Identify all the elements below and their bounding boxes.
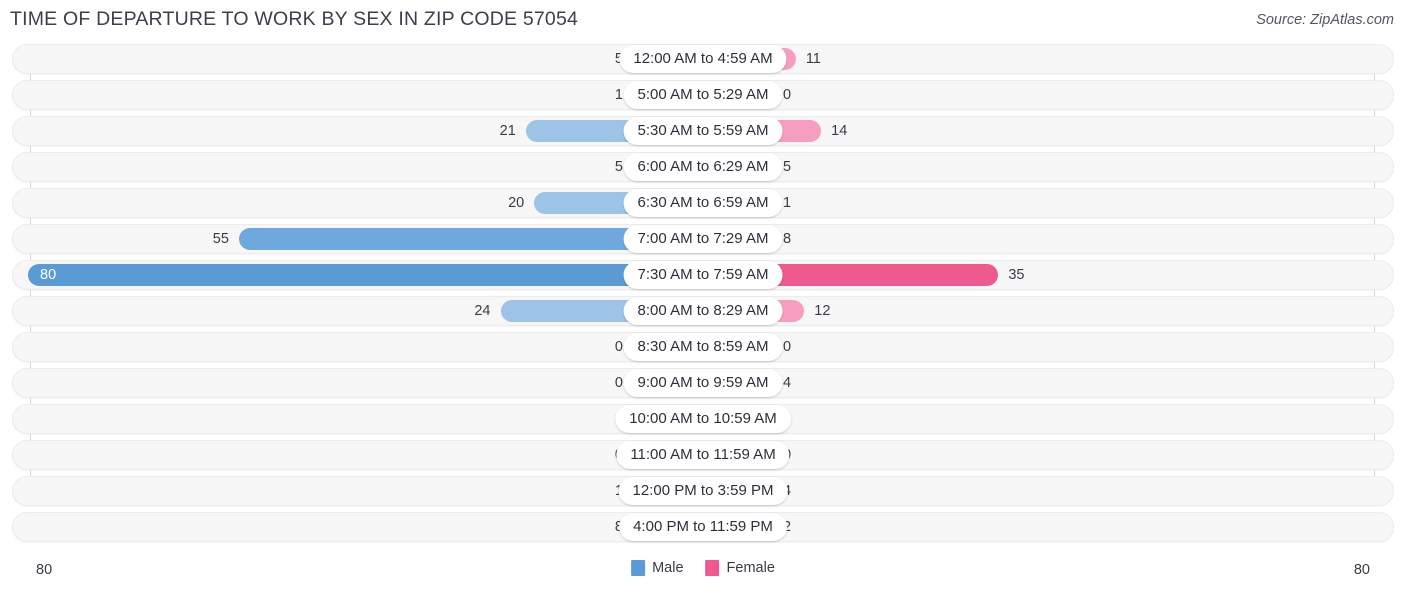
bar-value-female: 8 bbox=[783, 231, 792, 247]
bar-row: 20 1 6:30 AM to 6:59 AM bbox=[0, 188, 1406, 218]
category-label: 12:00 AM to 4:59 AM bbox=[619, 45, 787, 73]
chart-plot-area: 51112:00 AM to 4:59 AM105:00 AM to 5:29 … bbox=[0, 44, 1406, 552]
bar-value-male: 5 bbox=[614, 159, 623, 175]
source-attribution: Source: ZipAtlas.com bbox=[1256, 12, 1394, 28]
bar-row: 0 4 9:00 AM to 9:59 AM bbox=[0, 368, 1406, 398]
category-label: 6:00 AM to 6:29 AM bbox=[623, 153, 783, 181]
bar-row: 24 12 8:00 AM to 8:29 AM bbox=[0, 296, 1406, 326]
legend-label-male: Male bbox=[652, 560, 684, 576]
category-label: 5:30 AM to 5:59 AM bbox=[623, 117, 783, 145]
bar-row: 8 24:00 PM to 11:59 PM bbox=[0, 512, 1406, 542]
category-label: 9:00 AM to 9:59 AM bbox=[623, 369, 783, 397]
bar-row: 21 14 5:30 AM to 5:59 AM bbox=[0, 116, 1406, 146]
legend-swatch-female-icon bbox=[705, 560, 720, 576]
bar-value-male: 55 bbox=[212, 231, 229, 247]
chart-footer: 80 Male Female 80 bbox=[0, 558, 1406, 586]
category-label: 7:30 AM to 7:59 AM bbox=[623, 261, 783, 289]
category-label: 7:00 AM to 7:29 AM bbox=[623, 225, 783, 253]
bar-value-female: 2 bbox=[783, 519, 792, 535]
bar-rows-container: 51112:00 AM to 4:59 AM105:00 AM to 5:29 … bbox=[0, 44, 1406, 548]
category-label: 5:00 AM to 5:29 AM bbox=[623, 81, 783, 109]
bar-value-male: 8 bbox=[573, 516, 623, 538]
bar-value-male: 1 bbox=[573, 480, 623, 502]
bar-row: 55 8 7:00 AM to 7:29 AM bbox=[0, 224, 1406, 254]
bar-value-female: 12 bbox=[814, 303, 831, 319]
category-label: 8:30 AM to 8:59 AM bbox=[623, 333, 783, 361]
bar-row: 0011:00 AM to 11:59 AM bbox=[0, 440, 1406, 470]
bar-value-female: 0 bbox=[783, 444, 843, 466]
bar-value-female: 35 bbox=[1008, 267, 1025, 283]
bar-row: 5 11 12:00 AM to 4:59 AM bbox=[0, 44, 1406, 74]
bar-value-female: 4 bbox=[783, 375, 792, 391]
bar-row: 1 0 5:00 AM to 5:29 AM bbox=[0, 80, 1406, 110]
category-label: 10:00 AM to 10:59 AM bbox=[615, 405, 791, 433]
axis-max-left: 80 bbox=[36, 562, 53, 578]
bar-male[interactable] bbox=[28, 264, 703, 286]
axis-max-right: 80 bbox=[1353, 562, 1370, 578]
bar-row: 1 412:00 PM to 3:59 PM bbox=[0, 476, 1406, 506]
bar-value-female: 0 bbox=[783, 87, 792, 103]
bar-value-female: 14 bbox=[831, 123, 848, 139]
legend-item-female[interactable]: Female bbox=[705, 560, 775, 576]
legend-item-male[interactable]: Male bbox=[631, 560, 684, 576]
chart-header: TIME OF DEPARTURE TO WORK BY SEX IN ZIP … bbox=[0, 0, 1406, 42]
chart-legend: Male Female bbox=[631, 560, 775, 576]
bar-value-male: 0 bbox=[614, 375, 623, 391]
legend-label-female: Female bbox=[726, 560, 775, 576]
category-label: 4:00 PM to 11:59 PM bbox=[619, 513, 787, 541]
bar-value-male: 1 bbox=[614, 87, 623, 103]
bar-value-male: 20 bbox=[508, 195, 525, 211]
page-title: TIME OF DEPARTURE TO WORK BY SEX IN ZIP … bbox=[10, 8, 579, 30]
bar-row: 0 0 8:30 AM to 8:59 AM bbox=[0, 332, 1406, 362]
bar-value-female: 1 bbox=[783, 408, 843, 430]
category-label: 8:00 AM to 8:29 AM bbox=[623, 297, 783, 325]
bar-row: 80 35 7:30 AM to 7:59 AM bbox=[0, 260, 1406, 290]
bar-value-male: 0 bbox=[614, 339, 623, 355]
bar-row: 5 5 6:00 AM to 6:29 AM bbox=[0, 152, 1406, 182]
bar-value-female: 0 bbox=[783, 339, 792, 355]
bar-value-male: 24 bbox=[474, 303, 491, 319]
bar-value-male: 5 bbox=[573, 48, 623, 70]
bar-value-male: 21 bbox=[499, 123, 516, 139]
bar-value-female: 4 bbox=[783, 480, 843, 502]
bar-row: 0110:00 AM to 10:59 AM bbox=[0, 404, 1406, 434]
bar-value-female: 5 bbox=[783, 159, 792, 175]
category-label: 6:30 AM to 6:59 AM bbox=[623, 189, 783, 217]
bar-value-female: 1 bbox=[783, 195, 792, 211]
category-label: 12:00 PM to 3:59 PM bbox=[618, 477, 788, 505]
legend-swatch-male-icon bbox=[631, 560, 646, 576]
category-label: 11:00 AM to 11:59 AM bbox=[616, 441, 790, 469]
bar-value-male: 80 bbox=[40, 267, 57, 283]
bar-value-female: 11 bbox=[805, 51, 821, 67]
